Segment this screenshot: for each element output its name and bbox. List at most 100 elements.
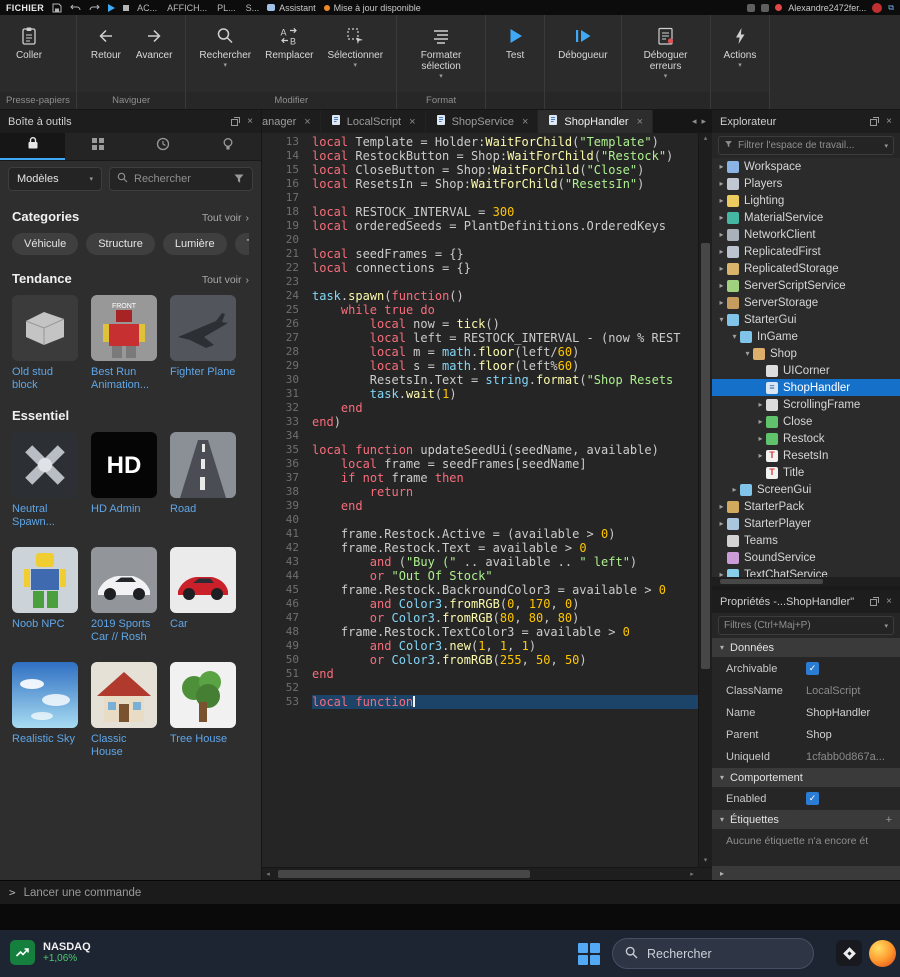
expand-right-icon[interactable]: ▸ <box>755 434 766 443</box>
expand-right-icon[interactable]: ▸ <box>716 247 727 256</box>
expand-right-icon[interactable]: ▸ <box>716 264 727 273</box>
explorer-item-serverstorage[interactable]: ▸ ServerStorage <box>712 294 900 311</box>
explorer-item-materialservice[interactable]: ▸ MaterialService <box>712 209 900 226</box>
close-icon[interactable]: × <box>247 116 253 127</box>
code-line-31[interactable]: 31 task.wait(1) <box>262 387 698 401</box>
expand-right-icon[interactable]: ▸ <box>716 196 727 205</box>
explorer-item-lighting[interactable]: ▸ Lighting <box>712 192 900 209</box>
code-line-48[interactable]: 48 frame.Restock.TextColor3 = available … <box>262 625 698 639</box>
scroll-left-icon[interactable]: ◂ <box>262 868 274 880</box>
coller-button[interactable]: Coller <box>7 21 51 64</box>
debogueur-button[interactable]: Débogueur <box>552 21 613 64</box>
category-pill-t[interactable]: T <box>234 233 249 255</box>
explorer-item-scrollingframe[interactable]: ▸ ScrollingFrame <box>712 396 900 413</box>
categories-see-all-link[interactable]: Tout voir › <box>202 212 249 224</box>
explorer-item-players[interactable]: ▸ Players <box>712 175 900 192</box>
expand-right-icon[interactable]: ▸ <box>755 417 766 426</box>
rechercher-button[interactable]: Rechercher ▾ <box>193 21 257 72</box>
explorer-item-starterpack[interactable]: ▸ StarterPack <box>712 498 900 515</box>
code-line-44[interactable]: 44 or "Out Of Stock" <box>262 569 698 583</box>
update-available-button[interactable]: Mise à jour disponible <box>323 3 421 13</box>
explorer-item-ingame[interactable]: ▾ InGame <box>712 328 900 345</box>
deboguer-erreurs-button[interactable]: Déboguer erreurs ▾ <box>629 21 703 83</box>
expand-right-icon[interactable]: ▸ <box>716 502 727 511</box>
explorer-item-workspace[interactable]: ▸ Workspace <box>712 158 900 175</box>
code-area[interactable]: 13 local Template = Holder:WaitForChild("… <box>262 133 712 867</box>
toolbox-item-noob-npc[interactable]: Noob NPC <box>12 547 78 644</box>
expand-right-icon[interactable]: ▸ <box>716 179 727 188</box>
code-line-27[interactable]: 27 local left = RESTOCK_INTERVAL - (now … <box>262 331 698 345</box>
code-line-34[interactable]: 34 <box>262 429 698 443</box>
expand-right-icon[interactable]: ▸ <box>716 230 727 239</box>
models-dropdown[interactable]: Modèles ▾ <box>8 167 102 191</box>
popout-icon[interactable] <box>870 597 880 606</box>
code-line-39[interactable]: 39 end <box>262 499 698 513</box>
code-line-14[interactable]: 14 local RestockButton = Shop:WaitForChil… <box>262 149 698 163</box>
popout-icon[interactable] <box>231 117 241 126</box>
username-label[interactable]: Alexandre2472fer... <box>788 3 866 13</box>
toolbox-item-tree-house[interactable]: Tree House <box>170 662 236 759</box>
vertical-scroll-thumb[interactable] <box>701 243 710 669</box>
command-bar[interactable]: > Lancer une commande <box>0 880 900 904</box>
scroll-right-icon[interactable]: ▸ <box>686 868 698 880</box>
category-pill-structure[interactable]: Structure <box>86 233 155 255</box>
code-line-40[interactable]: 40 <box>262 513 698 527</box>
expand-right-icon[interactable]: ▸ <box>716 298 727 307</box>
explorer-item-restock[interactable]: ▸ Restock <box>712 430 900 447</box>
property-value[interactable]: LocalScript <box>806 685 860 697</box>
code-line-36[interactable]: 36 local frame = seedFrames[seedName] <box>262 457 698 471</box>
explorer-item-screengui[interactable]: ▸ ScreenGui <box>712 481 900 498</box>
tab-scroll-left-icon[interactable]: ◂ <box>692 116 697 127</box>
assistant-button[interactable]: Assistant <box>267 3 316 13</box>
enabled-checkbox[interactable]: ✓ <box>806 792 819 805</box>
code-line-18[interactable]: 18 local RESTOCK_INTERVAL = 300 <box>262 205 698 219</box>
expand-down-icon[interactable]: ▾ <box>742 349 753 358</box>
stop-icon[interactable] <box>123 4 130 11</box>
expand-down-icon[interactable]: ▾ <box>716 315 727 324</box>
explorer-filter-input[interactable]: Filtrer l'espace de travail... ▾ <box>718 136 894 155</box>
code-line-41[interactable]: 41 frame.Restock.Active = (available > 0… <box>262 527 698 541</box>
toolbox-item-2019-sports-car-rosh[interactable]: 2019 Sports Car // Rosh <box>91 547 157 644</box>
expand-right-icon[interactable]: ▸ <box>729 485 740 494</box>
explorer-item-soundservice[interactable]: SoundService <box>712 549 900 566</box>
code-line-49[interactable]: 49 and Color3.new(1, 1, 1) <box>262 639 698 653</box>
firefox-taskbar-icon[interactable] <box>869 940 896 967</box>
property-section-etiquettes[interactable]: ▾ Étiquettes + <box>712 810 900 830</box>
tab-close-icon[interactable]: × <box>637 116 643 128</box>
expand-right-icon[interactable]: ▸ <box>716 281 727 290</box>
vertical-scrollbar[interactable]: ▴ ▾ <box>698 133 712 867</box>
close-icon[interactable]: × <box>886 116 892 127</box>
expand-right-icon[interactable]: ▸ <box>716 162 727 171</box>
play-icon[interactable] <box>108 3 116 12</box>
taskbar-widget[interactable]: NASDAQ +1,06% <box>10 940 91 965</box>
code-line-13[interactable]: 13 local Template = Holder:WaitForChild("… <box>262 135 698 149</box>
code-line-30[interactable]: 30 ResetsIn.Text = string.format("Shop R… <box>262 373 698 387</box>
category-pill-vehicule[interactable]: Véhicule <box>12 233 79 255</box>
property-section-donnees[interactable]: ▾ Données <box>712 638 900 658</box>
code-line-52[interactable]: 52 <box>262 681 698 695</box>
toolbox-item-neutral-spawn[interactable]: Neutral Spawn... <box>12 432 78 529</box>
horizontal-scroll-thumb[interactable] <box>278 870 530 878</box>
toolbox-item-hd-admin[interactable]: HD HD Admin <box>91 432 157 529</box>
explorer-item-uicorner[interactable]: UICorner <box>712 362 900 379</box>
windows-start-button[interactable] <box>578 943 600 965</box>
archivable-checkbox[interactable]: ✓ <box>806 662 819 675</box>
code-line-32[interactable]: 32 end <box>262 401 698 415</box>
horizontal-scrollbar[interactable]: ◂ ▸ <box>262 867 712 880</box>
formater-selection-button[interactable]: Formater sélection ▾ <box>404 21 478 83</box>
section-collapse-icon[interactable]: ▾ <box>720 643 724 652</box>
explorer-item-networkclient[interactable]: ▸ NetworkClient <box>712 226 900 243</box>
explorer-item-replicatedstorage[interactable]: ▸ ReplicatedStorage <box>712 260 900 277</box>
scroll-thumb[interactable] <box>720 579 824 584</box>
property-value[interactable]: ShopHandler <box>806 707 870 719</box>
explorer-horizontal-scrollbar[interactable] <box>712 577 900 586</box>
selectionner-button[interactable]: Sélectionner ▾ <box>321 21 389 72</box>
property-section-comportement[interactable]: ▾ Comportement <box>712 768 900 788</box>
editor-tab-anager[interactable]: anager × <box>262 110 321 133</box>
avancer-button[interactable]: Avancer <box>130 21 179 64</box>
property-value[interactable]: Shop <box>806 729 832 741</box>
code-line-20[interactable]: 20 <box>262 233 698 247</box>
code-line-21[interactable]: 21 local seedFrames = {} <box>262 247 698 261</box>
code-line-53[interactable]: 53 local function <box>262 695 698 709</box>
code-line-33[interactable]: 33 end) <box>262 415 698 429</box>
